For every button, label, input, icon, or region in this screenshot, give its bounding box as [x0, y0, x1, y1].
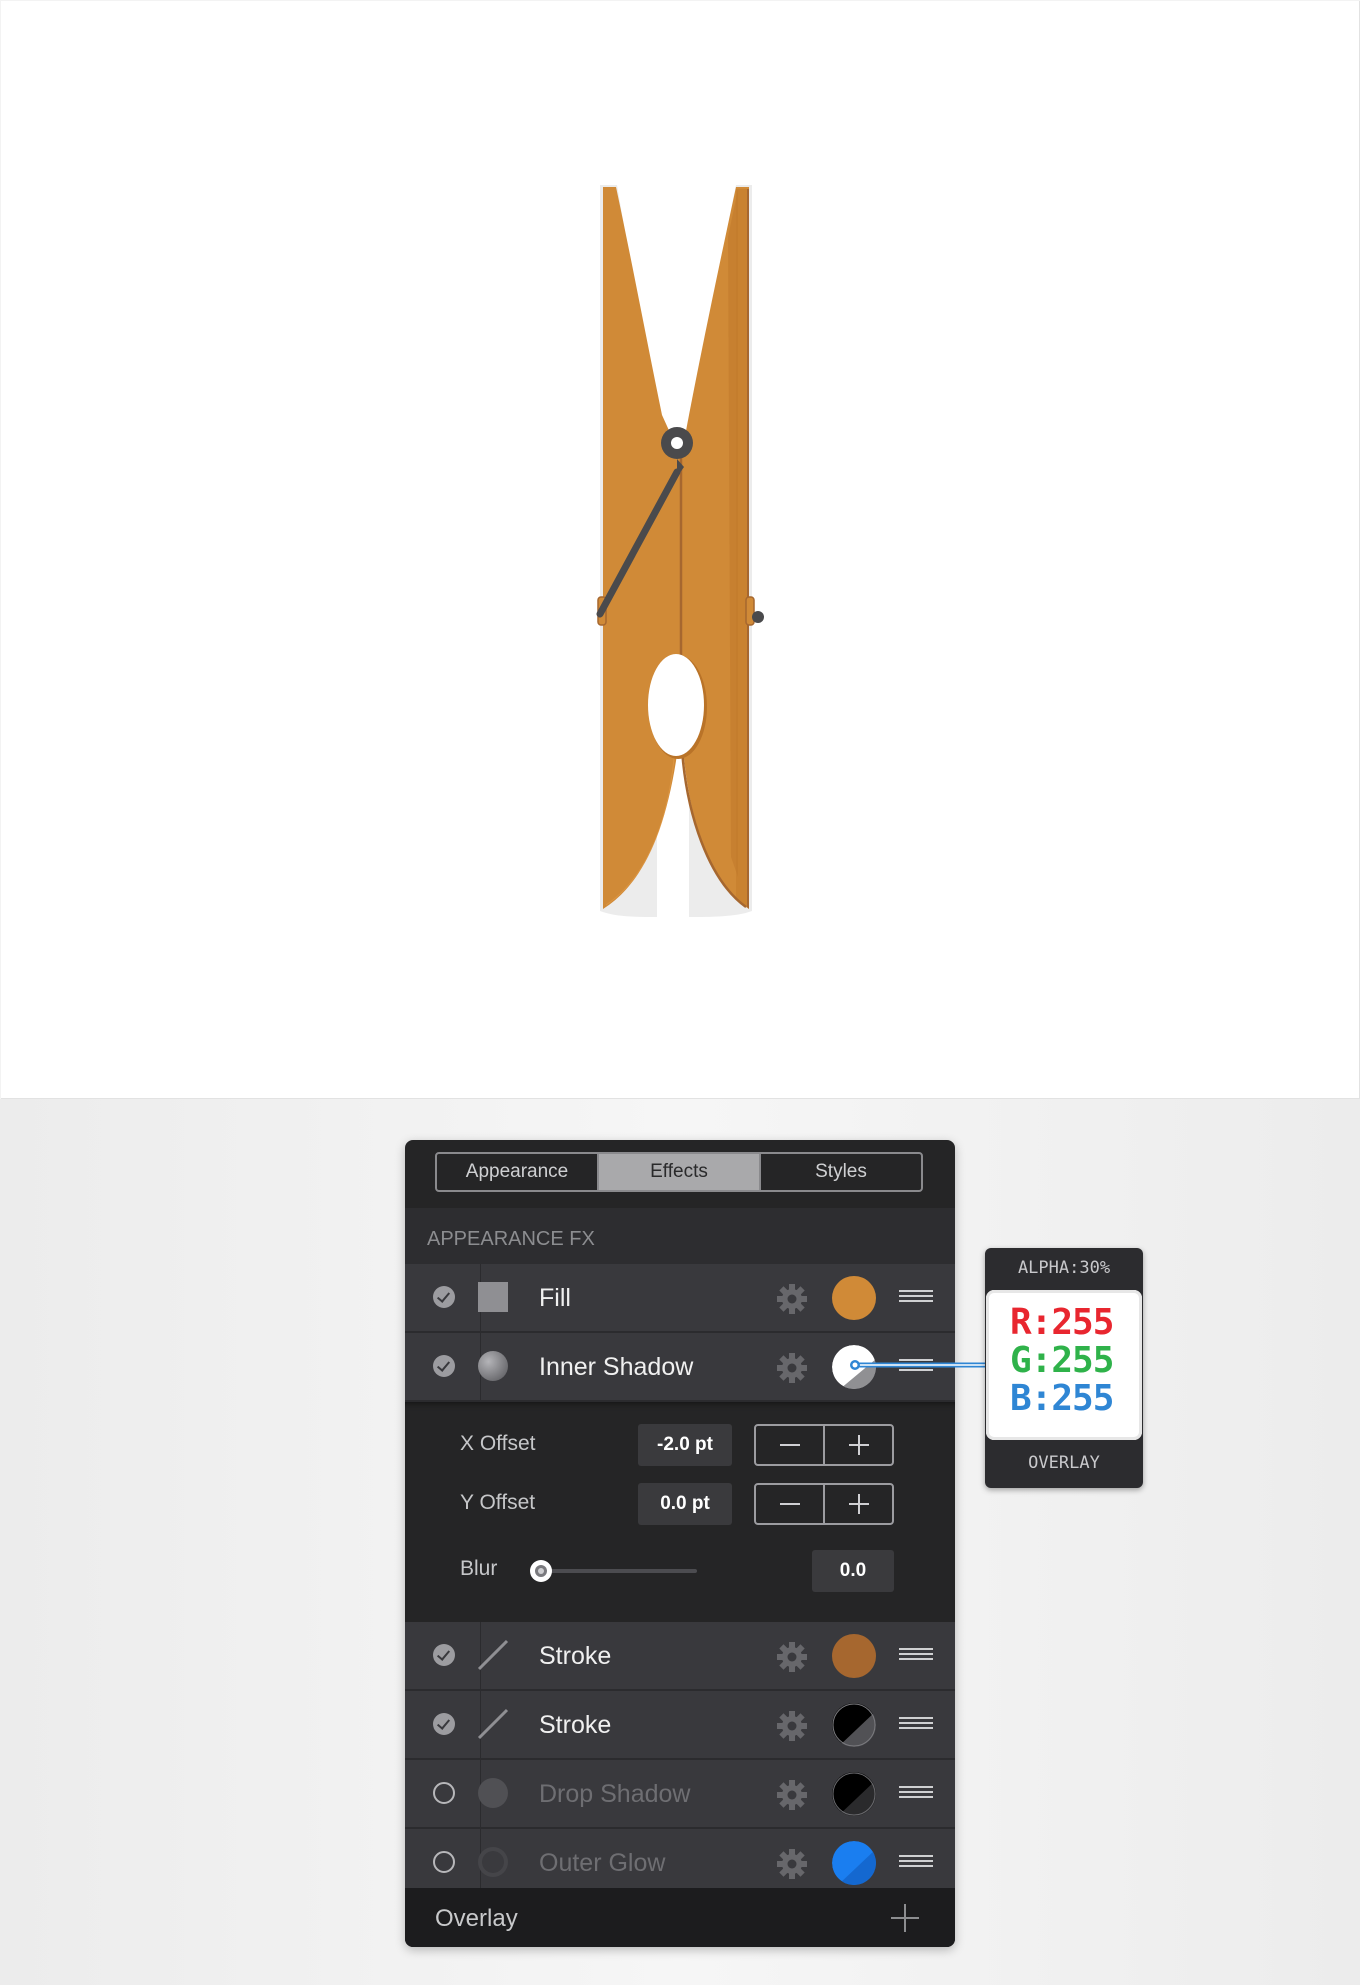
x-offset-label: X Offset — [460, 1432, 536, 1455]
line-stroke-icon — [477, 1639, 509, 1671]
blue-value: B:255 — [1010, 1378, 1114, 1419]
drag-handle-icon[interactable] — [899, 1648, 933, 1664]
blend-mode-label[interactable]: Overlay — [435, 1905, 518, 1933]
effect-row-drop-shadow[interactable]: Drop Shadow — [405, 1760, 955, 1829]
section-header: APPEARANCE FX — [405, 1208, 955, 1264]
artboard — [1, 1, 1360, 1099]
outer-glow-color-swatch[interactable] — [832, 1841, 876, 1885]
panel-footer: Overlay — [405, 1888, 955, 1947]
appearance-panel: Appearance Effects Styles APPEARANCE FX … — [405, 1140, 955, 1947]
unchecked-circle-icon[interactable] — [433, 1782, 455, 1804]
y-offset-field[interactable]: 0.0 pt — [638, 1483, 732, 1525]
color-info-popover: ALPHA:30% R:255 G:255 B:255 OVERLAY — [985, 1248, 1143, 1488]
panel-tabs: Appearance Effects Styles — [435, 1152, 923, 1192]
blur-label: Blur — [460, 1557, 498, 1580]
drag-handle-icon[interactable] — [899, 1786, 933, 1802]
circle-shadow-icon — [478, 1778, 508, 1808]
checkmark-icon[interactable] — [433, 1355, 455, 1377]
effect-label: Stroke — [539, 1642, 612, 1670]
blur-slider[interactable] — [527, 1554, 707, 1588]
tab-styles[interactable]: Styles — [759, 1154, 921, 1190]
checkmark-icon[interactable] — [433, 1713, 455, 1735]
effect-label: Outer Glow — [539, 1849, 666, 1877]
gear-icon[interactable] — [776, 1352, 808, 1384]
drop-shadow-color-swatch[interactable] — [832, 1772, 876, 1816]
square-fill-icon — [478, 1282, 508, 1312]
effect-row-fill[interactable]: Fill — [405, 1264, 955, 1333]
plus-icon — [848, 1494, 869, 1514]
section-title: APPEARANCE FX — [427, 1228, 595, 1250]
drag-handle-icon[interactable] — [899, 1855, 933, 1871]
rgb-values-box: R:255 G:255 B:255 — [986, 1290, 1142, 1440]
tab-appearance[interactable]: Appearance — [437, 1154, 597, 1190]
green-value: G:255 — [1010, 1340, 1114, 1381]
decrement-button[interactable] — [756, 1426, 823, 1464]
effect-label: Stroke — [539, 1711, 612, 1739]
gear-icon[interactable] — [776, 1848, 808, 1880]
checkmark-icon[interactable] — [433, 1286, 455, 1308]
inner-shadow-settings: X Offset -2.0 pt Y Offset 0.0 pt Blur 0.… — [405, 1402, 955, 1622]
x-offset-field[interactable]: -2.0 pt — [638, 1424, 732, 1466]
circle-glow-icon — [478, 1847, 508, 1877]
effect-label: Drop Shadow — [539, 1780, 691, 1808]
blur-value-field[interactable]: 0.0 — [812, 1550, 894, 1592]
stroke-color-swatch[interactable] — [832, 1634, 876, 1678]
blend-mode-tag: OVERLAY — [1028, 1453, 1100, 1473]
fill-color-swatch[interactable] — [832, 1276, 876, 1320]
effect-row-stroke-2[interactable]: Stroke — [405, 1691, 955, 1760]
x-offset-stepper — [754, 1424, 894, 1466]
minus-icon — [779, 1503, 800, 1505]
gear-icon[interactable] — [776, 1283, 808, 1315]
tab-effects[interactable]: Effects — [597, 1154, 759, 1190]
effect-row-outer-glow[interactable]: Outer Glow — [405, 1829, 955, 1896]
effect-label: Inner Shadow — [539, 1353, 694, 1381]
effect-row-stroke[interactable]: Stroke — [405, 1622, 955, 1691]
increment-button[interactable] — [823, 1485, 892, 1523]
plus-icon — [848, 1435, 869, 1455]
minus-icon — [779, 1444, 800, 1446]
gear-icon[interactable] — [776, 1710, 808, 1742]
y-offset-label: Y Offset — [460, 1491, 536, 1514]
drag-handle-icon[interactable] — [899, 1290, 933, 1306]
y-offset-stepper — [754, 1483, 894, 1525]
red-value: R:255 — [1010, 1302, 1114, 1343]
stroke-color-swatch[interactable] — [832, 1703, 876, 1747]
unchecked-circle-icon[interactable] — [433, 1851, 455, 1873]
add-icon[interactable] — [889, 1902, 921, 1934]
decrement-button[interactable] — [756, 1485, 823, 1523]
clothespin-left-jaw — [603, 187, 681, 909]
clothespin-artwork[interactable] — [586, 177, 766, 917]
callout-connector — [850, 1360, 986, 1370]
drag-handle-icon[interactable] — [899, 1717, 933, 1733]
alpha-label: ALPHA:30% — [1017, 1258, 1111, 1278]
gear-icon[interactable] — [776, 1641, 808, 1673]
line-stroke-icon — [477, 1708, 509, 1740]
increment-button[interactable] — [823, 1426, 892, 1464]
checkmark-icon[interactable] — [433, 1644, 455, 1666]
circle-shadow-icon — [478, 1351, 508, 1381]
effect-label: Fill — [539, 1284, 571, 1312]
gear-icon[interactable] — [776, 1779, 808, 1811]
